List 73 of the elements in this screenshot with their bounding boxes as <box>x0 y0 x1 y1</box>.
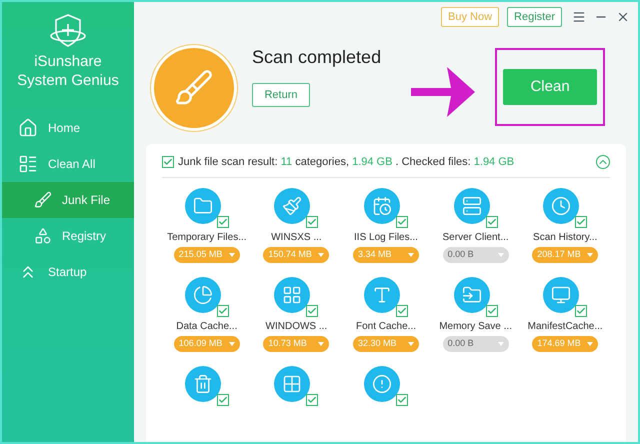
sidebar-item[interactable]: Startup <box>2 254 134 290</box>
caret-icon <box>318 342 324 346</box>
server-icon <box>454 188 490 224</box>
app-name: iSunshare System Genius <box>17 52 119 90</box>
category-label: Server Client... <box>442 230 509 244</box>
size-dropdown[interactable]: 174.69 MB <box>532 336 598 352</box>
shield-plus-icon <box>49 12 87 50</box>
caret-icon <box>228 252 235 256</box>
category-label: ManifestCache... <box>528 320 603 334</box>
recycle-bin-icon <box>184 366 221 402</box>
caret-icon <box>498 342 504 346</box>
sidebar-item[interactable]: Clean All <box>2 146 134 182</box>
clean-button[interactable]: Clean <box>503 69 598 105</box>
size-dropdown[interactable]: 150.74 MB <box>263 246 330 262</box>
size-dropdown[interactable]: 215.05 MB <box>174 246 240 262</box>
sidebar-subitem[interactable]: Junk File <box>2 182 134 218</box>
category-label: Temporary Files... <box>167 230 247 244</box>
category-label: WINSXS ... <box>271 230 322 244</box>
caret-icon <box>318 252 324 256</box>
checkbox[interactable] <box>216 304 229 316</box>
checkbox[interactable] <box>216 394 229 406</box>
calendar-clock-icon <box>364 188 400 224</box>
checkbox[interactable] <box>396 304 408 316</box>
home-icon <box>18 118 38 138</box>
brush-icon <box>274 188 310 224</box>
arrow-annotation-icon <box>411 67 476 117</box>
list-icon <box>18 154 38 174</box>
checkbox[interactable] <box>396 394 408 406</box>
checkbox[interactable] <box>575 304 588 316</box>
checkbox[interactable] <box>306 304 318 316</box>
grid-icon <box>274 366 310 402</box>
category-label: Data Cache... <box>176 320 238 334</box>
category-label: Scan History... <box>533 230 598 244</box>
close-icon[interactable] <box>616 10 630 24</box>
checkbox[interactable] <box>575 216 588 228</box>
sidebar-subitem[interactable]: Registry <box>2 218 134 254</box>
category-label: IIS Log Files... <box>354 230 418 244</box>
checkbox[interactable] <box>396 216 408 228</box>
pie-chart-icon <box>184 276 221 312</box>
caret-icon <box>587 342 594 346</box>
caret-icon <box>408 252 414 256</box>
collapse-icon[interactable] <box>596 155 610 170</box>
buy-now-button[interactable]: Buy Now <box>441 7 500 27</box>
checkbox[interactable] <box>306 394 318 406</box>
folder-icon <box>184 188 221 224</box>
size-dropdown[interactable]: 208.17 MB <box>532 246 598 262</box>
scan-status-title: Scan completed <box>252 46 382 69</box>
register-button[interactable]: Register <box>507 7 562 27</box>
checkbox[interactable] <box>162 156 174 168</box>
category-label: Font Cache... <box>356 320 416 334</box>
menu-icon[interactable] <box>572 10 586 24</box>
category-label: Memory Save ... <box>439 320 512 334</box>
monitor-icon <box>543 276 580 312</box>
size-dropdown[interactable]: 10.73 MB <box>263 336 330 352</box>
scan-summary: Junk file scan result: 11 categories, 1.94 GB . Checked files: 1.94 GB <box>178 155 514 170</box>
shapes-icon <box>34 227 52 245</box>
size-dropdown[interactable]: 106.09 MB <box>174 336 240 352</box>
checkbox[interactable] <box>306 216 318 228</box>
size-dropdown[interactable]: 3.34 MB <box>352 246 419 262</box>
folder-icon <box>454 276 490 312</box>
size-dropdown[interactable]: 32.30 MB <box>352 336 419 352</box>
caret-icon <box>498 252 504 256</box>
checkbox[interactable] <box>216 216 229 228</box>
clock-icon <box>543 188 580 224</box>
return-button[interactable]: Return <box>252 83 310 107</box>
font-icon <box>364 276 400 312</box>
windows-grid-icon <box>274 276 310 312</box>
caret-icon <box>228 342 235 346</box>
sidebar-item[interactable]: Home <box>2 110 134 146</box>
caret-icon <box>587 252 594 256</box>
caret-icon <box>408 342 414 346</box>
exclamation-icon <box>364 366 400 402</box>
category-label: WINDOWS ... <box>266 320 328 334</box>
